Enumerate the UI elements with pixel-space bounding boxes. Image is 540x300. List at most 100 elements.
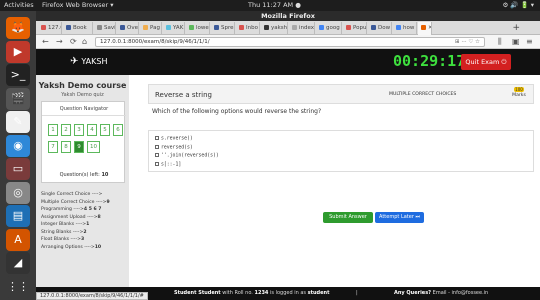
question-type-legend: Single Correct Choice ----> Multiple Corr… <box>41 191 110 251</box>
tab-favicon-icon <box>371 25 376 30</box>
legend-value: 3 <box>80 237 85 242</box>
footer-separator: | <box>356 290 358 296</box>
browser-tab[interactable]: Pag <box>140 22 162 35</box>
window-title: Mozilla Firefox <box>36 11 540 21</box>
terminal-2-icon[interactable]: ▭ <box>6 158 30 180</box>
browser-tab[interactable]: Saving <box>94 22 116 35</box>
question-nav-button[interactable]: 1 <box>48 124 58 136</box>
question-nav-button[interactable]: 2 <box>61 124 71 136</box>
spreadsheet-icon[interactable]: ▶ <box>6 40 30 63</box>
question-marks: 100 Marks <box>507 87 531 98</box>
option-checkbox[interactable] <box>155 144 159 149</box>
question-area: Reverse a string MULTIPLE CORRECT CHOICE… <box>129 75 540 287</box>
legend-value: 1 <box>86 222 90 227</box>
tab-label: Dow <box>378 25 391 31</box>
browser-tab[interactable]: Book <box>63 22 93 35</box>
queries-contact: Any Queries? Email - info@fossee.in <box>394 287 488 300</box>
legend-value: 8 <box>97 214 101 220</box>
legend-label: Multiple Correct Choice ----> <box>41 199 107 205</box>
option-checkbox[interactable] <box>155 153 159 157</box>
answer-option[interactable]: reversed(s) <box>155 144 193 150</box>
tab-favicon-icon <box>166 25 171 30</box>
answer-option[interactable]: s[::-1] <box>155 161 181 167</box>
question-nav-button[interactable]: 8 <box>61 141 71 153</box>
bird-icon: ✈ <box>70 56 79 67</box>
writer-icon[interactable]: ▤ <box>6 205 30 227</box>
firefox-icon[interactable]: 🦊 <box>6 17 30 39</box>
browser-tab[interactable]: Inbo <box>236 22 260 35</box>
legend-value: 9 <box>106 199 110 205</box>
clapper-icon[interactable]: 🎬 <box>6 87 30 110</box>
attempt-later-button[interactable]: Attempt Later ⏭ <box>375 212 424 223</box>
question-nav-button[interactable]: 10 <box>87 141 100 153</box>
questions-left-count: 10 <box>101 172 109 178</box>
queries-email[interactable]: Email - info@fossee.in <box>431 290 489 296</box>
back-icon[interactable]: ← <box>42 35 49 49</box>
home-icon[interactable]: ⌂ <box>82 35 87 49</box>
disk-icon[interactable]: ◎ <box>6 181 30 204</box>
terminal-icon[interactable]: >_ <box>6 64 30 86</box>
apps-grid-icon[interactable]: ⋮⋮ <box>6 275 30 298</box>
question-type: MULTIPLE CORRECT CHOICES <box>389 92 457 97</box>
reload-icon[interactable]: ⟳ <box>70 35 77 49</box>
editor-icon[interactable]: ✎ <box>6 111 30 133</box>
exam-timer: 00:29:17 <box>393 52 466 70</box>
new-tab-button[interactable]: + <box>512 22 520 34</box>
legend-item: Single Correct Choice ----> <box>41 191 110 199</box>
library-icon[interactable]: ⫼ <box>498 35 502 49</box>
status-bar-url: 127.0.0.1:8000/exam/8/skip/9/46/1/1/1/# <box>36 292 148 300</box>
browser-tab[interactable]: Dow <box>368 22 392 35</box>
activities-button[interactable]: Activities <box>4 0 34 11</box>
question-nav-button[interactable]: 4 <box>87 124 97 136</box>
tab-favicon-icon <box>319 25 324 30</box>
address-bar[interactable]: 127.0.0.1:8000/exam/8/skip/9/46/1/1/1/ ⊞… <box>95 37 485 47</box>
question-nav-button[interactable]: 9 <box>74 141 84 153</box>
browser-tab[interactable]: yaksh/ <box>261 22 288 35</box>
tab-favicon-icon <box>396 25 401 30</box>
submit-answer-button[interactable]: Submit Answer <box>323 212 373 223</box>
answer-option[interactable]: ''.join(reversed(s)) <box>155 153 219 159</box>
legend-label: Float Blanks ----> <box>41 237 81 242</box>
legend-value: 2 <box>83 229 87 235</box>
quit-exam-button[interactable]: Quit Exam ⏻ <box>461 54 511 70</box>
tab-favicon-icon <box>189 25 194 30</box>
tab-favicon-icon <box>120 25 125 30</box>
quiz-sidebar: Yaksh Demo course Yaksh Demo quiz Questi… <box>36 75 129 287</box>
answer-options: s.reverse() reversed(s) ''.join(reversed(s… <box>148 130 534 172</box>
question-nav-button[interactable]: 7 <box>48 141 58 153</box>
browser-tab[interactable]: Popu <box>343 22 367 35</box>
question-text: Which of the following options would rev… <box>152 108 322 115</box>
browser-tab[interactable]: 127.0 ✕ <box>38 22 62 35</box>
chrome-icon[interactable]: ◉ <box>6 134 30 157</box>
legend-item: String Blanks ---->2 <box>41 229 110 237</box>
url-controls[interactable]: ⊞ ··· ♡ ☆ <box>455 38 480 46</box>
dock-icon[interactable]: ◢ <box>6 252 30 274</box>
legend-label: Integer Blanks ----> <box>41 222 87 227</box>
sidebar-icon[interactable]: ▣ <box>512 35 520 49</box>
browser-tab[interactable]: index o <box>289 22 315 35</box>
yaksh-logo[interactable]: ✈ YAKSH <box>70 56 107 67</box>
option-checkbox[interactable] <box>155 161 159 166</box>
browser-tab[interactable]: Ove <box>117 22 139 35</box>
question-nav-button[interactable]: 5 <box>100 124 110 136</box>
software-center-icon[interactable]: A <box>6 228 30 251</box>
clock[interactable]: Thu 11:27 AM ● <box>248 0 301 11</box>
question-nav-button[interactable]: 6 <box>113 124 123 136</box>
marks-label: Marks <box>512 93 526 98</box>
answer-option[interactable]: s.reverse() <box>155 136 193 142</box>
forward-icon[interactable]: → <box>56 35 63 49</box>
option-checkbox[interactable] <box>155 136 159 140</box>
browser-tab[interactable]: ✕ <box>418 22 432 35</box>
option-text: ''.join(reversed(s)) <box>161 153 219 159</box>
menu-icon[interactable]: ≡ <box>526 35 533 49</box>
question-nav-button[interactable]: 3 <box>74 124 84 136</box>
tab-favicon-icon <box>346 25 351 30</box>
browser-tab[interactable]: Spre <box>211 22 235 35</box>
browser-tab[interactable]: YAK <box>163 22 185 35</box>
browser-tab[interactable]: goog <box>316 22 342 35</box>
system-tray[interactable]: ⚙ 🔊 🔋 ▾ <box>503 0 534 11</box>
browser-tab[interactable]: how <box>393 22 417 35</box>
app-menu[interactable]: Firefox Web Browser ▾ <box>42 0 113 11</box>
browser-tab[interactable]: lowe <box>186 22 210 35</box>
tab-favicon-icon <box>214 25 219 30</box>
